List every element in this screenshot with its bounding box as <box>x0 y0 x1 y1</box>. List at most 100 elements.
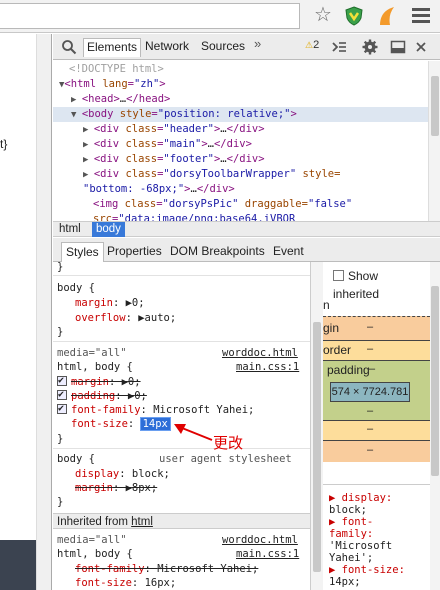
box-model-spacer <box>323 462 430 476</box>
rule3-prop-margin: margin: ▶8px; <box>75 482 158 494</box>
console-drawer-icon[interactable] <box>331 39 347 55</box>
rule-divider <box>53 448 310 449</box>
value-editor-input[interactable]: 14px <box>139 417 171 431</box>
dom-node-img[interactable]: <img class="dorsyPsPic" draggable="false… <box>93 197 352 212</box>
annotation-label: 更改 <box>213 435 244 452</box>
computed-pane: Show inherited n gin – order – padding –… <box>323 262 440 590</box>
rule1-close: } <box>57 326 64 338</box>
annotation-arrow-icon <box>174 424 213 441</box>
computed-prop-font-size[interactable]: ▶ font-size: 14px; <box>329 564 405 588</box>
rule2-prop-font-family[interactable]: font-family: Microsoft Yahei; <box>57 402 254 417</box>
subtabs-overflow <box>323 238 440 262</box>
gear-icon[interactable] <box>362 39 378 55</box>
computed-prop-display[interactable]: ▶ display: block; <box>329 492 392 516</box>
rule2-prop-font-size[interactable]: font-size: 14px <box>71 417 171 431</box>
rule1-prop-margin[interactable]: margin: ▶0; <box>75 296 145 310</box>
computed-scrollbar[interactable] <box>430 262 440 590</box>
address-bar[interactable] <box>0 3 300 29</box>
computed-divider <box>323 484 430 485</box>
rule-divider <box>53 341 310 342</box>
dom-node-div-toolbar-wrapper[interactable]: ▶ <div class="dorsyToolbarWrapper" style… <box>83 167 340 182</box>
rule1-selector[interactable]: body { <box>57 281 95 295</box>
show-inherited-toggle[interactable]: Show <box>333 269 378 283</box>
inherited-from-link[interactable]: html <box>131 516 153 528</box>
box-model-margin-left-label: n <box>323 298 330 312</box>
rule4-file-link[interactable]: worddoc.html <box>222 533 298 547</box>
checkbox-icon[interactable] <box>57 374 67 388</box>
rule2-prop-margin[interactable]: margin: ▶0; <box>57 374 141 389</box>
more-tabs-chevron-icon[interactable]: » <box>254 36 261 51</box>
expanded-triangle-icon[interactable]: ▼ <box>53 110 82 120</box>
tab-dom-breakpoints[interactable]: DOM Breakpoints <box>166 242 269 262</box>
dock-side-icon[interactable] <box>390 39 406 55</box>
star-icon[interactable]: ☆ <box>311 3 335 27</box>
rule3-selector[interactable]: body { <box>57 452 95 466</box>
rule2-source-link[interactable]: main.css:1 <box>236 360 299 374</box>
computed-prop-font-family[interactable]: ▶ font- family: 'Microsoft Yahei'; <box>329 516 392 564</box>
rule-divider <box>53 275 310 276</box>
tab-properties[interactable]: Properties <box>103 242 166 262</box>
page-text-fragment: t} <box>0 137 8 151</box>
rule-close: } <box>57 262 64 273</box>
rule1-prop-overflow[interactable]: overflow: ▶auto; <box>75 311 176 325</box>
inherited-label: inherited <box>333 287 380 301</box>
rule2-file-link[interactable]: worddoc.html <box>222 346 298 360</box>
warning-badge[interactable]: ⚠2 <box>305 39 319 51</box>
box-model-border-bottom[interactable]: – <box>323 420 430 440</box>
rule4-selector[interactable]: html, body { <box>57 547 133 561</box>
rule3-origin: user agent stylesheet <box>159 453 292 465</box>
rule3-prop-display: display: block; <box>75 468 170 480</box>
dom-node-div-header[interactable]: ▶ <div class="header">…</div> <box>83 122 265 137</box>
collapsed-triangle-icon[interactable]: ▶ <box>71 95 82 105</box>
rule2-selector[interactable]: html, body { <box>57 360 133 374</box>
rule4-source-link[interactable]: main.css:1 <box>236 547 299 561</box>
rule2-close: } <box>57 433 64 445</box>
dom-tree: <!DOCTYPE html> ▼<html lang="zh"> ▶ <hea… <box>53 61 428 221</box>
tab-styles[interactable]: Styles <box>61 242 104 262</box>
styles-subtabs: Styles Properties DOM Breakpoints Event … <box>53 238 326 276</box>
box-model-margin[interactable]: gin – <box>323 316 430 340</box>
dom-tree-scrollbar[interactable] <box>428 61 440 221</box>
breadcrumb: html body <box>53 221 440 237</box>
rule2-media: media="all" <box>57 347 127 359</box>
styles-scrollbar[interactable] <box>311 262 323 590</box>
box-model-content[interactable]: 574 × 7724.781 <box>330 382 410 402</box>
box-model-margin-bottom[interactable]: – <box>323 440 430 462</box>
checkbox-icon[interactable] <box>333 270 344 281</box>
menu-icon[interactable] <box>412 8 430 24</box>
orange-extension-icon[interactable] <box>376 5 398 27</box>
dom-node-doctype[interactable]: <!DOCTYPE html> <box>69 62 164 77</box>
tab-event-listeners[interactable]: Event Listeners <box>269 242 326 276</box>
dom-node-img-src[interactable]: src="data:image/png;base64,iVBOR <box>93 212 295 221</box>
checkbox-icon[interactable] <box>57 388 67 402</box>
tab-elements[interactable]: Elements <box>83 38 142 57</box>
rule2-prop-padding[interactable]: padding: ▶0; <box>57 388 147 403</box>
dom-node-div-footer[interactable]: ▶ <div class="footer">…</div> <box>83 152 265 167</box>
close-icon[interactable] <box>413 39 429 55</box>
dom-node-body-selected[interactable]: ▼ <body style="position: relative;"> <box>53 107 428 122</box>
breadcrumb-body[interactable]: body <box>92 222 125 237</box>
warning-icon: ⚠ <box>305 40 314 50</box>
search-icon[interactable] <box>61 39 77 55</box>
tab-sources[interactable]: Sources <box>198 38 248 57</box>
rule4-prop-font-size: font-size: 16px; <box>75 577 177 589</box>
checkbox-icon[interactable] <box>57 402 67 416</box>
dom-node-div-main[interactable]: ▶ <div class="main">…</div> <box>83 137 252 152</box>
page-viewport: t} <box>0 34 85 590</box>
page-scrollbar[interactable] <box>36 34 85 590</box>
inherited-from-header: Inherited from html <box>53 513 310 529</box>
page-dark-region <box>0 540 36 590</box>
dom-node-html[interactable]: ▼<html lang="zh"> <box>59 77 166 92</box>
rule4-prop-font-family: font-family: Microsoft Yahei; <box>75 563 259 575</box>
browser-toolbar: ☆ <box>0 0 440 33</box>
warning-count: 2 <box>313 39 320 51</box>
shield-extension-icon[interactable] <box>345 6 363 26</box>
breadcrumb-html[interactable]: html <box>55 222 85 237</box>
rule3-close: } <box>57 496 64 508</box>
box-model-border[interactable]: order – <box>323 340 430 360</box>
devtools-toolbar: Elements Network Sources » ⚠2 <box>53 34 440 60</box>
dom-node-head[interactable]: ▶ <head>…</head> <box>71 92 170 107</box>
dom-node-div-toolbar-wrapper-cont[interactable]: "bottom: -68px;">…</div> <box>83 182 235 197</box>
tab-network[interactable]: Network <box>142 38 192 57</box>
rule4-media: media="all" <box>57 534 127 546</box>
